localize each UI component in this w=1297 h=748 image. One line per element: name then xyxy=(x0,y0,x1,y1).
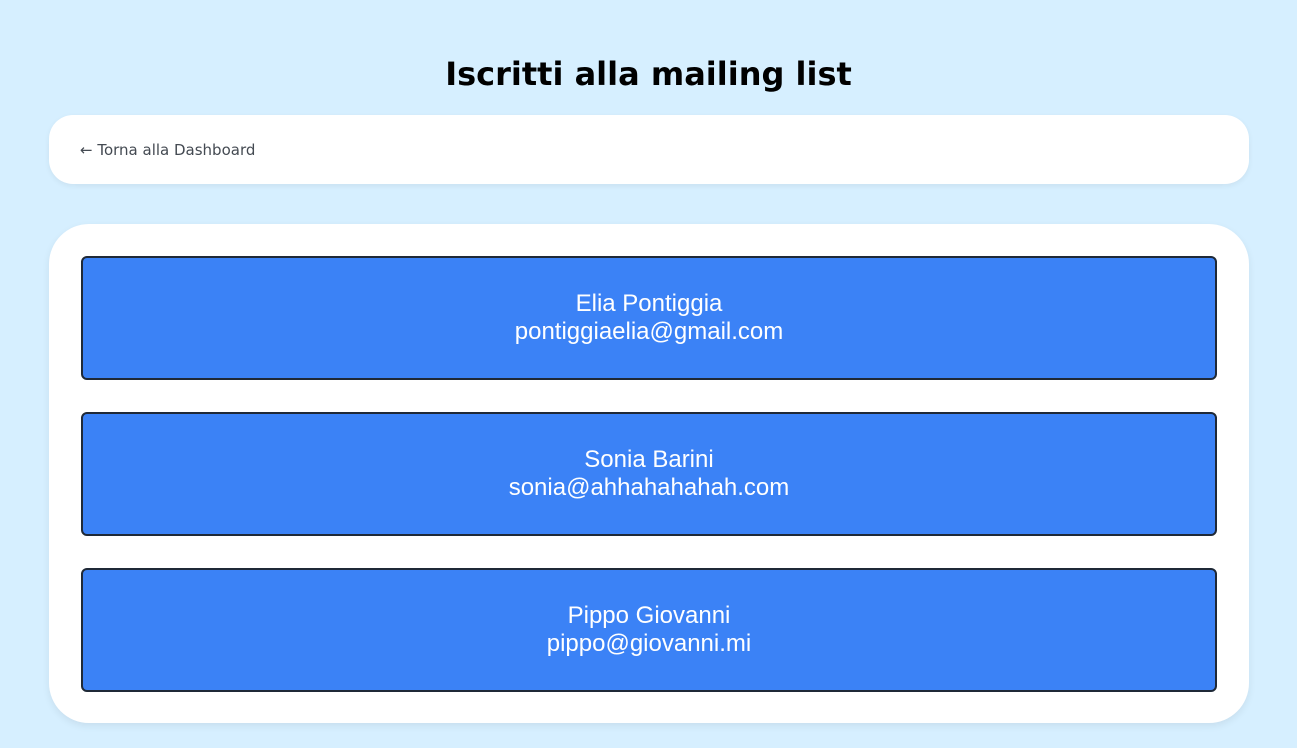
page-title: Iscritti alla mailing list xyxy=(445,55,852,93)
subscriber-item[interactable]: Pippo Giovanni pippo@giovanni.mi xyxy=(81,568,1217,692)
subscriber-email: pontiggiaelia@gmail.com xyxy=(514,318,784,345)
subscriber-item[interactable]: Sonia Barini sonia@ahhahahahah.com xyxy=(81,412,1217,536)
subscriber-email: pippo@giovanni.mi xyxy=(546,630,752,657)
back-to-dashboard-link[interactable]: ← Torna alla Dashboard xyxy=(80,140,255,160)
subscriber-name: Elia Pontiggia xyxy=(575,290,723,317)
subscriber-name: Pippo Giovanni xyxy=(567,602,731,629)
subscriber-item[interactable]: Elia Pontiggia pontiggiaelia@gmail.com xyxy=(81,256,1217,380)
subscriber-name: Sonia Barini xyxy=(584,446,714,473)
nav-card: ← Torna alla Dashboard xyxy=(49,115,1249,184)
subscriber-email: sonia@ahhahahahah.com xyxy=(508,474,790,501)
subscriber-list: Elia Pontiggia pontiggiaelia@gmail.com S… xyxy=(49,224,1249,723)
page: Iscritti alla mailing list ← Torna alla … xyxy=(0,0,1297,748)
